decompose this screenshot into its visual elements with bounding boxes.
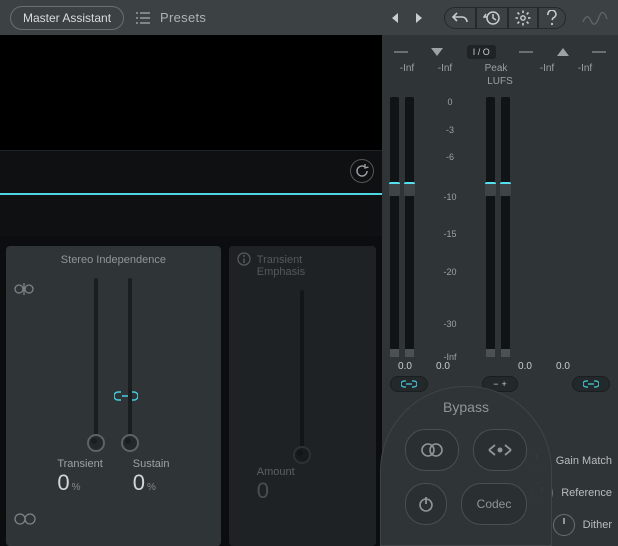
transient-emphasis-panel: Transient Emphasis Amount 0 <box>229 246 376 546</box>
gain-match-label: Gain Match <box>556 455 612 467</box>
input-meter-r[interactable] <box>405 97 414 357</box>
scale-tick: -10 <box>432 192 468 202</box>
history-button[interactable] <box>476 7 508 29</box>
plus-label: + <box>502 379 507 389</box>
amount-slider[interactable] <box>300 290 304 460</box>
power-button[interactable] <box>405 483 447 525</box>
master-assistant-button[interactable]: Master Assistant <box>10 6 124 30</box>
toolbar <box>444 7 566 29</box>
settings-button[interactable] <box>508 7 538 29</box>
bypass-bubble: Bypass Codec <box>380 386 552 546</box>
view-icon[interactable] <box>14 513 36 528</box>
sustain-label: Sustain <box>133 458 170 470</box>
lufs-label: LUFS <box>386 76 614 87</box>
output-meter-l[interactable] <box>486 97 495 357</box>
preset-next-button[interactable] <box>412 11 426 25</box>
help-button[interactable] <box>538 7 566 29</box>
scale-tick: -30 <box>432 319 468 329</box>
level-scale: 0-3-6-10-15-20-30-Inf <box>432 97 468 357</box>
peak-label: Peak <box>468 63 524 74</box>
gain-out-r[interactable]: 0.0 <box>548 361 578 372</box>
input-meter-l[interactable] <box>390 97 399 357</box>
presets-label: Presets <box>160 10 206 25</box>
minus-label: − <box>493 379 498 389</box>
waveform-line <box>0 193 382 195</box>
transient-unit: % <box>72 482 81 493</box>
out-peak-l: -Inf <box>532 63 562 74</box>
bypass-label: Bypass <box>381 399 551 415</box>
transient-label: Transient <box>57 458 102 470</box>
in-peak-r: -Inf <box>430 63 460 74</box>
info-icon[interactable] <box>237 252 251 269</box>
input-tick-icon <box>394 51 408 53</box>
scale-tick: -Inf <box>432 352 468 362</box>
stereo-field-icon <box>14 282 34 299</box>
scale-tick: -20 <box>432 267 468 277</box>
scale-tick: -6 <box>432 152 468 162</box>
output-meter-r[interactable] <box>501 97 510 357</box>
codec-button[interactable]: Codec <box>461 483 527 525</box>
scale-tick: -3 <box>432 125 468 135</box>
gain-out-l[interactable]: 0.0 <box>510 361 540 372</box>
transient-value[interactable]: 0 <box>57 470 69 496</box>
waveform-refresh-button[interactable] <box>350 159 374 183</box>
preset-prev-button[interactable] <box>388 11 402 25</box>
gain-in-l[interactable]: 0.0 <box>390 361 420 372</box>
gain-in-r[interactable]: 0.0 <box>428 361 458 372</box>
io-chip[interactable]: I / O <box>467 45 496 59</box>
undo-button[interactable] <box>444 7 476 29</box>
sustain-slider[interactable] <box>128 278 132 448</box>
sustain-value[interactable]: 0 <box>133 470 145 496</box>
transient-slider[interactable] <box>94 278 98 448</box>
top-bar: Master Assistant Presets <box>0 0 618 35</box>
scale-tick: -15 <box>432 229 468 239</box>
output-tick-icon <box>519 51 533 53</box>
input-tri-icon <box>431 48 443 56</box>
input-link-button[interactable] <box>390 376 428 392</box>
in-peak-l: -Inf <box>392 63 422 74</box>
panel-title-line1: Transient <box>257 254 370 266</box>
output-tri-icon <box>557 48 569 56</box>
waveform-display <box>0 151 382 236</box>
spectrum-display <box>0 35 382 151</box>
panel-title: Stereo Independence <box>12 254 215 266</box>
amount-value[interactable]: 0 <box>257 478 269 504</box>
output-tick2-icon <box>592 51 606 53</box>
out-peak-r: -Inf <box>570 63 600 74</box>
amount-label: Amount <box>257 466 370 478</box>
dither-label: Dither <box>583 519 612 531</box>
level-meters-panel: I / O -Inf -Inf Peak -Inf -Inf LUFS 0 -3 -… <box>382 35 618 546</box>
panel-title-line2: Emphasis <box>257 266 370 278</box>
scale-tick: 0 <box>432 97 468 107</box>
wave-icon <box>582 9 608 27</box>
sustain-unit: % <box>147 482 156 493</box>
stereo-independence-panel: Stereo Independence Tr <box>6 246 221 546</box>
dither-toggle[interactable] <box>553 514 575 536</box>
preset-list-icon <box>136 12 150 24</box>
reference-label: Reference <box>561 487 612 499</box>
link-icon[interactable] <box>114 390 138 405</box>
swap-button[interactable] <box>473 429 527 471</box>
output-link-button[interactable] <box>572 376 610 392</box>
preset-browser-button[interactable]: Presets <box>136 10 206 25</box>
stereo-round-button[interactable] <box>405 429 459 471</box>
